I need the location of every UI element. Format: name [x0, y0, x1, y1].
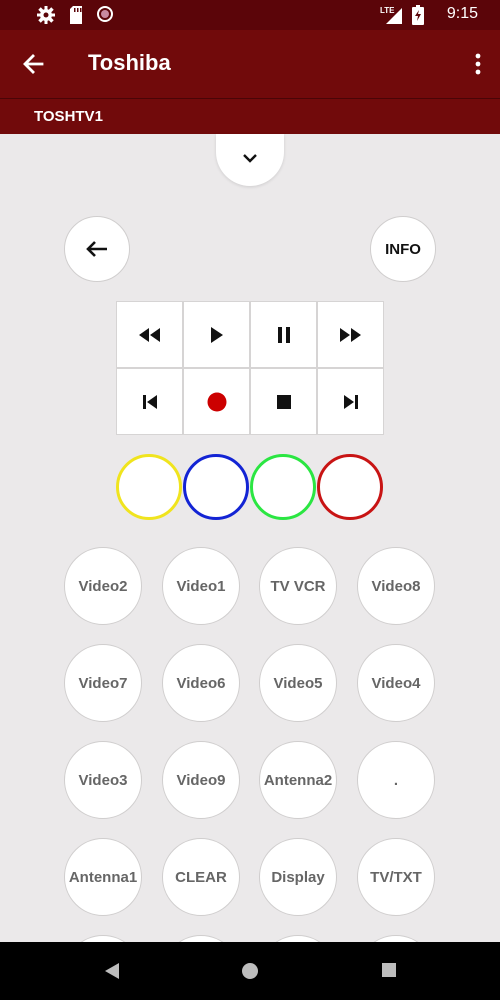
key-video8[interactable]: Video8: [357, 547, 435, 625]
device-bar: TOSHTV1: [0, 98, 500, 134]
play-button[interactable]: [184, 302, 249, 367]
status-bar: LTE 9:15: [0, 0, 500, 30]
stop-button[interactable]: [251, 369, 316, 434]
chevron-down-icon: [243, 154, 257, 163]
red-button[interactable]: [317, 454, 383, 520]
key-clear[interactable]: CLEAR: [162, 838, 240, 916]
key-antenna1[interactable]: Antenna1: [64, 838, 142, 916]
key-video7[interactable]: Video7: [64, 644, 142, 722]
key-video2[interactable]: Video2: [64, 547, 142, 625]
collapse-button[interactable]: [216, 134, 284, 186]
skip-next-button[interactable]: [318, 369, 383, 434]
lte-signal-icon: LTE: [380, 4, 404, 31]
record-icon: [207, 392, 226, 411]
stop-icon: [276, 394, 291, 409]
skip-next-icon: [343, 394, 358, 409]
rewind-icon: [138, 327, 160, 342]
skip-previous-button[interactable]: [117, 369, 182, 434]
key-video5[interactable]: Video5: [259, 644, 337, 722]
blue-button[interactable]: [183, 454, 249, 520]
arrow-left-icon: [86, 241, 107, 257]
key-video3[interactable]: Video3: [64, 741, 142, 819]
settings-icon: [36, 5, 56, 30]
remote-back-button[interactable]: [64, 216, 130, 282]
more-vert-icon[interactable]: [474, 52, 482, 76]
key-display[interactable]: Display: [259, 838, 337, 916]
system-nav-bar: [0, 942, 500, 1000]
yellow-button[interactable]: [116, 454, 182, 520]
recents-square-icon[interactable]: [381, 962, 397, 983]
page-title: Toshiba: [88, 50, 171, 75]
rewind-button[interactable]: [117, 302, 182, 367]
key-tv-vcr[interactable]: TV VCR: [259, 547, 337, 625]
key-video1[interactable]: Video1: [162, 547, 240, 625]
key-video6[interactable]: Video6: [162, 644, 240, 722]
fast-forward-button[interactable]: [318, 302, 383, 367]
arrow-left-icon[interactable]: [20, 50, 48, 78]
transport-controls: [116, 301, 384, 435]
device-name[interactable]: TOSHTV1: [34, 108, 103, 125]
key-antenna2[interactable]: Antenna2: [259, 741, 337, 819]
fast-forward-icon: [339, 327, 361, 342]
svg-text:LTE: LTE: [380, 6, 395, 15]
home-circle-icon[interactable]: [241, 962, 259, 985]
sd-card-icon: [68, 5, 84, 30]
record-button[interactable]: [184, 369, 249, 434]
key-video4[interactable]: Video4: [357, 644, 435, 722]
info-button[interactable]: INFO: [370, 216, 436, 282]
play-icon: [210, 326, 223, 343]
status-time: 9:15: [446, 5, 478, 22]
key-tv-txt[interactable]: TV/TXT: [357, 838, 435, 916]
back-triangle-icon[interactable]: [104, 962, 120, 985]
green-button[interactable]: [250, 454, 316, 520]
pause-icon: [277, 326, 290, 343]
key-video9[interactable]: Video9: [162, 741, 240, 819]
battery-icon: [412, 5, 424, 30]
pause-button[interactable]: [251, 302, 316, 367]
key-dot[interactable]: .: [357, 741, 435, 819]
app-bar: Toshiba: [0, 30, 500, 98]
circle-icon: [96, 5, 114, 28]
skip-previous-icon: [142, 394, 157, 409]
